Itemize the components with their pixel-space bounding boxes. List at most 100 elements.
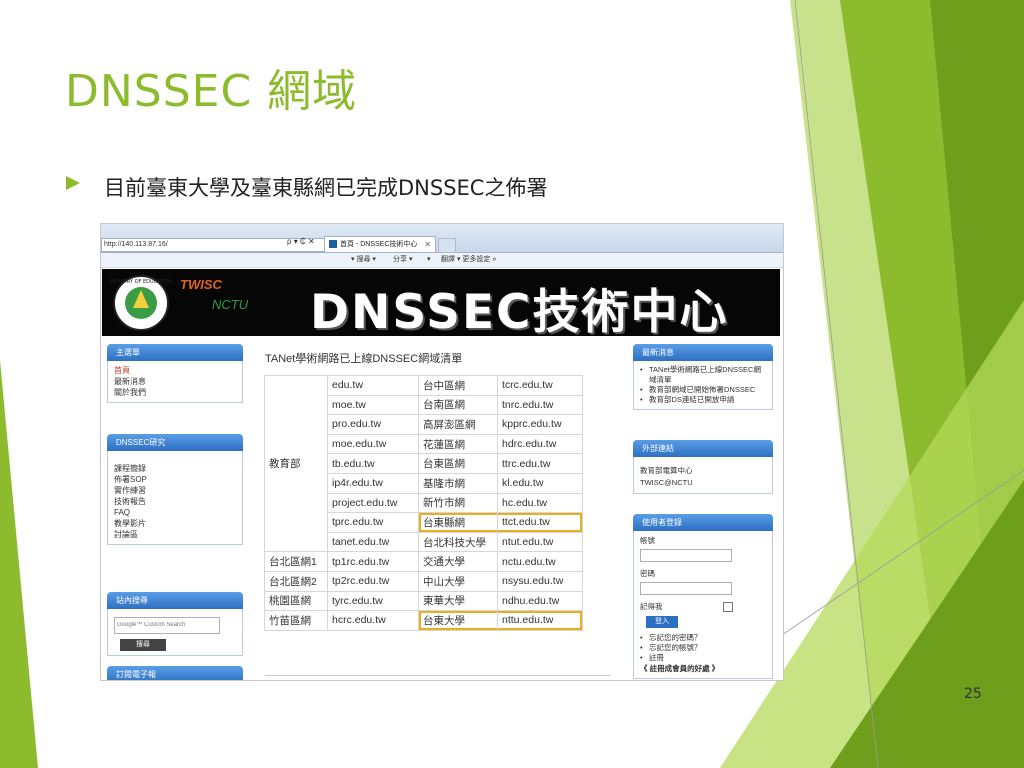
table-cell-domain: pro.edu.tw [327,414,419,435]
table-cell-domain: tyrc.edu.tw [327,590,419,612]
table-cell-domain: tb.edu.tw [327,453,419,474]
highlighted-cell-domain2: nttu.edu.tw [497,610,583,631]
external-links-header: 外部連結 [633,440,773,457]
bullet-arrow-icon [66,176,80,190]
slide-title: DNSSEC 網域 [65,66,358,117]
research-item-practice[interactable]: 實作練習 [114,485,242,496]
share-command[interactable]: 分享 ▾ [393,253,412,267]
research-menu-box: DNSSEC研究 課程簡錄 佈署SOP 實作練習 技術報告 FAQ 教學影片 討… [107,434,243,545]
translate-command[interactable]: 翻譯 ▾ 更多設定 » [441,253,496,267]
remember-me-checkbox[interactable] [722,602,733,613]
table-cell-domain: ip4r.edu.tw [327,472,419,494]
table-cell-name: 台中區網 [418,375,498,396]
browser-screenshot: http://140.113.87.16/ ρ ▾ ₵ ✕ 首頁 - DNSSE… [100,223,784,681]
table-cell-domain2: kpprc.edu.tw [497,414,583,435]
twisc-logo-text: TWISC [180,277,222,292]
table-cell-domain2: nsysu.edu.tw [497,570,583,592]
search-command[interactable]: ▾ 搜尋 ▾ [351,253,376,267]
table-cell-name: 台北科技大學 [418,531,498,553]
table-cell-domain2: ndhu.edu.tw [497,590,583,612]
menu-item-home[interactable]: 首頁 [114,365,242,376]
research-item-sop[interactable]: 佈署SOP [114,474,242,485]
news-header: 最新消息 [633,344,773,361]
login-header: 使用者登錄 [633,514,773,531]
table-cell-domain2: tnrc.edu.tw [497,394,583,416]
table-cell-name: 基隆市網 [418,472,498,494]
site-favicon-icon [329,240,337,249]
nctu-logo-text: NCTU [212,297,249,312]
external-link[interactable]: 教育部電算中心 [640,465,766,477]
table-row: 教育部 edu.tw 台中區網 tcrc.edu.tw [264,374,583,553]
table-cell-domain: edu.tw [327,375,419,396]
menu-item-news[interactable]: 最新消息 [114,376,242,387]
research-item-forum[interactable]: 討論區 [114,529,242,540]
table-cell-domain2: ntut.edu.tw [497,531,583,553]
table-cell-org: 台北區網2 [264,570,328,592]
page-number: 25 [964,686,982,702]
addon-command[interactable]: ▾ [427,253,431,267]
table-cell-domain: tprc.edu.tw [327,512,419,533]
main-menu-header: 主選單 [107,344,243,361]
table-cell-org: 桃園區網 [264,590,328,612]
highlighted-cell-name: 台東縣網 [418,512,498,533]
table-row: 台北區網2 tp2rc.edu.tw 中山大學 nsysu.edu.tw [264,570,583,592]
news-item[interactable]: • 教育部網域已開始佈署DNSSEC [640,385,766,395]
research-item-courses[interactable]: 課程簡錄 [114,463,242,474]
research-item-videos[interactable]: 教學影片 [114,518,242,529]
table-cell-domain2: tcrc.edu.tw [497,375,583,396]
site-search-header: 站內搜尋 [107,592,243,609]
register-link[interactable]: • 註冊 [640,653,766,663]
external-link[interactable]: TWISC@NCTU [640,477,766,489]
table-cell-domain: moe.edu.tw [327,433,419,455]
tab-close-icon[interactable]: ✕ [424,237,431,252]
menu-item-about[interactable]: 關於我們 [114,387,242,398]
member-benefit-link[interactable]: 《 註冊成會員的好處 》 [640,663,766,674]
table-cell-name: 台南區網 [418,394,498,416]
highlighted-cell-name: 台東大學 [418,610,498,631]
news-item[interactable]: • TANet學術網路已上線DNSSEC網域清單 [640,365,766,385]
table-cell-domain: tanet.edu.tw [327,531,419,553]
password-input[interactable] [640,582,732,595]
table-cell-name: 花蓮區網 [418,433,498,455]
table-cell-domain2: hdrc.edu.tw [497,433,583,455]
research-menu-header: DNSSEC研究 [107,434,243,451]
subscribe-box: 訂閱電子報 [107,666,243,680]
table-cell-org: 教育部 [264,374,328,553]
table-cell-domain: tp1rc.edu.tw [327,551,419,572]
news-item[interactable]: • 教育部DS連結已開放申請 [640,395,766,405]
address-controls[interactable]: ρ ▾ ₵ ✕ [287,237,315,246]
site-search-box: 站內搜尋 搜尋 [107,592,243,656]
new-tab-button[interactable] [438,238,456,253]
password-label: 密碼 [640,569,655,578]
banner-title: DNSSEC技術中心 [310,285,729,340]
remember-me-label: 記得我 [640,602,663,611]
table-cell-name: 東華大學 [418,590,498,612]
browser-tabbar: http://140.113.87.16/ ρ ▾ ₵ ✕ 首頁 - DNSSE… [101,224,783,253]
table-cell-domain: hcrc.edu.tw [327,610,419,631]
research-item-faq[interactable]: FAQ [114,507,242,518]
command-bar: ▾ 搜尋 ▾ 分享 ▾ ▾ 翻譯 ▾ 更多設定 » [101,253,783,268]
table-cell-domain2: ttrc.edu.tw [497,453,583,474]
research-item-reports[interactable]: 技術報告 [114,496,242,507]
browser-tab[interactable]: 首頁 - DNSSEC技術中心 ✕ [324,236,436,252]
table-cell-domain2: hc.edu.tw [497,492,583,514]
table-cell-name: 台東區網 [418,453,498,474]
site-search-input[interactable] [114,617,220,634]
table-cell-domain2: kl.edu.tw [497,472,583,494]
forgot-username-link[interactable]: • 忘記您的帳號？ [640,643,766,653]
highlighted-cell-domain2: ttct.edu.tw [497,512,583,533]
site-search-button[interactable]: 搜尋 [120,639,166,651]
table-cell-name: 新竹市網 [418,492,498,514]
content-divider [265,675,611,676]
table-cell-org: 台北區網1 [264,551,328,572]
table-row: 台北區網1 tp1rc.edu.tw 交通大學 nctu.edu.tw [264,551,583,572]
table-cell-domain: project.edu.tw [327,492,419,514]
account-input[interactable] [640,549,732,562]
external-links-box: 外部連結 教育部電算中心 TWISC@NCTU [633,440,773,494]
news-box: 最新消息 • TANet學術網路已上線DNSSEC網域清單 • 教育部網域已開始佈署… [633,344,773,410]
login-button[interactable]: 登入 [646,616,678,629]
forgot-password-link[interactable]: • 忘記您的密碼？ [640,633,766,643]
table-cell-domain2: nctu.edu.tw [497,551,583,572]
table-cell-name: 中山大學 [418,570,498,592]
main-menu-box: 主選單 首頁 最新消息 關於我們 [107,344,243,403]
